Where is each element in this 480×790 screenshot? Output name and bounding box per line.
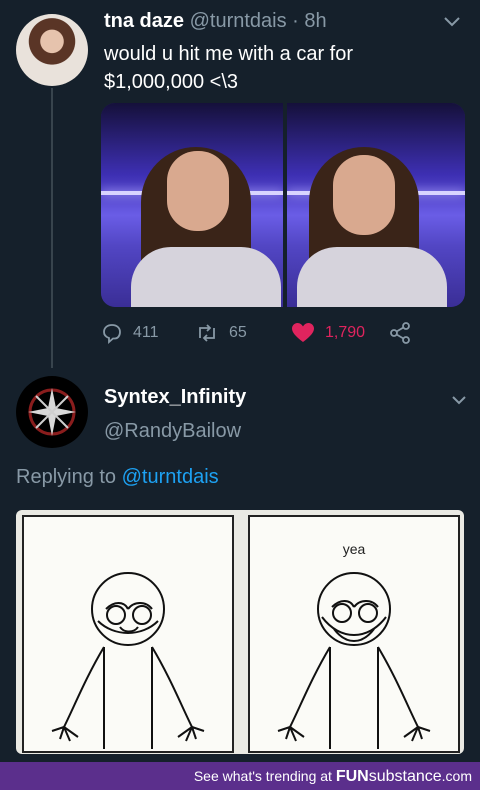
footer-brand-bold: FUN [335, 768, 369, 785]
comic-panel-2: yea [248, 515, 460, 753]
avatar-randybailow[interactable] [16, 376, 88, 448]
comic-caption: yea [342, 541, 366, 557]
tweet-text: would u hit me with a car for $1,000,000… [104, 43, 353, 93]
timestamp[interactable]: 8h [304, 10, 326, 32]
footer-prefix: See what's trending at [193, 768, 332, 784]
reply-comic-image[interactable]: yea [16, 510, 464, 754]
retweet-button[interactable]: 65 [195, 322, 247, 344]
replying-to: Replying to @turntdais [16, 466, 219, 489]
reply-handle[interactable]: @RandyBailow [104, 420, 241, 443]
thread-line [51, 88, 53, 368]
footer-suffix: .com [441, 768, 472, 784]
replying-to-label: Replying to [16, 466, 117, 488]
share-button[interactable] [389, 322, 411, 344]
tweet-photo-2[interactable] [287, 103, 465, 307]
replying-to-mention[interactable]: @turntdais [122, 466, 219, 488]
footer-text: See what's trending at FUNsubstance.com [194, 768, 472, 786]
reply-count: 411 [133, 324, 159, 341]
tweet-actions: 411 65 1,790 [101, 322, 431, 346]
separator: · [292, 10, 299, 32]
share-icon [389, 322, 411, 344]
like-count: 1,790 [325, 324, 366, 341]
retweet-icon [195, 322, 219, 344]
reply-display-name[interactable]: Syntex_Infinity [104, 386, 246, 409]
footer-banner[interactable]: See what's trending at FUNsubstance.com [0, 762, 480, 790]
chevron-down-icon[interactable] [452, 392, 466, 410]
chevron-down-icon[interactable] [444, 14, 460, 32]
reply-button[interactable]: 411 [101, 322, 159, 344]
tweet-header: tna daze @turntdais · 8h [104, 10, 327, 33]
display-name[interactable]: tna daze [104, 10, 184, 32]
handle[interactable]: @turntdais [190, 10, 287, 32]
avatar-turntdais[interactable] [16, 14, 88, 86]
reply-icon [101, 322, 123, 344]
comic-panel-1 [22, 515, 234, 753]
heart-icon [291, 322, 315, 344]
retweet-count: 65 [229, 324, 247, 341]
footer-brand-rest: substance [368, 768, 442, 785]
tweet-photo-1[interactable] [101, 103, 283, 307]
like-button[interactable]: 1,790 [291, 322, 365, 344]
logo-icon [28, 388, 76, 436]
